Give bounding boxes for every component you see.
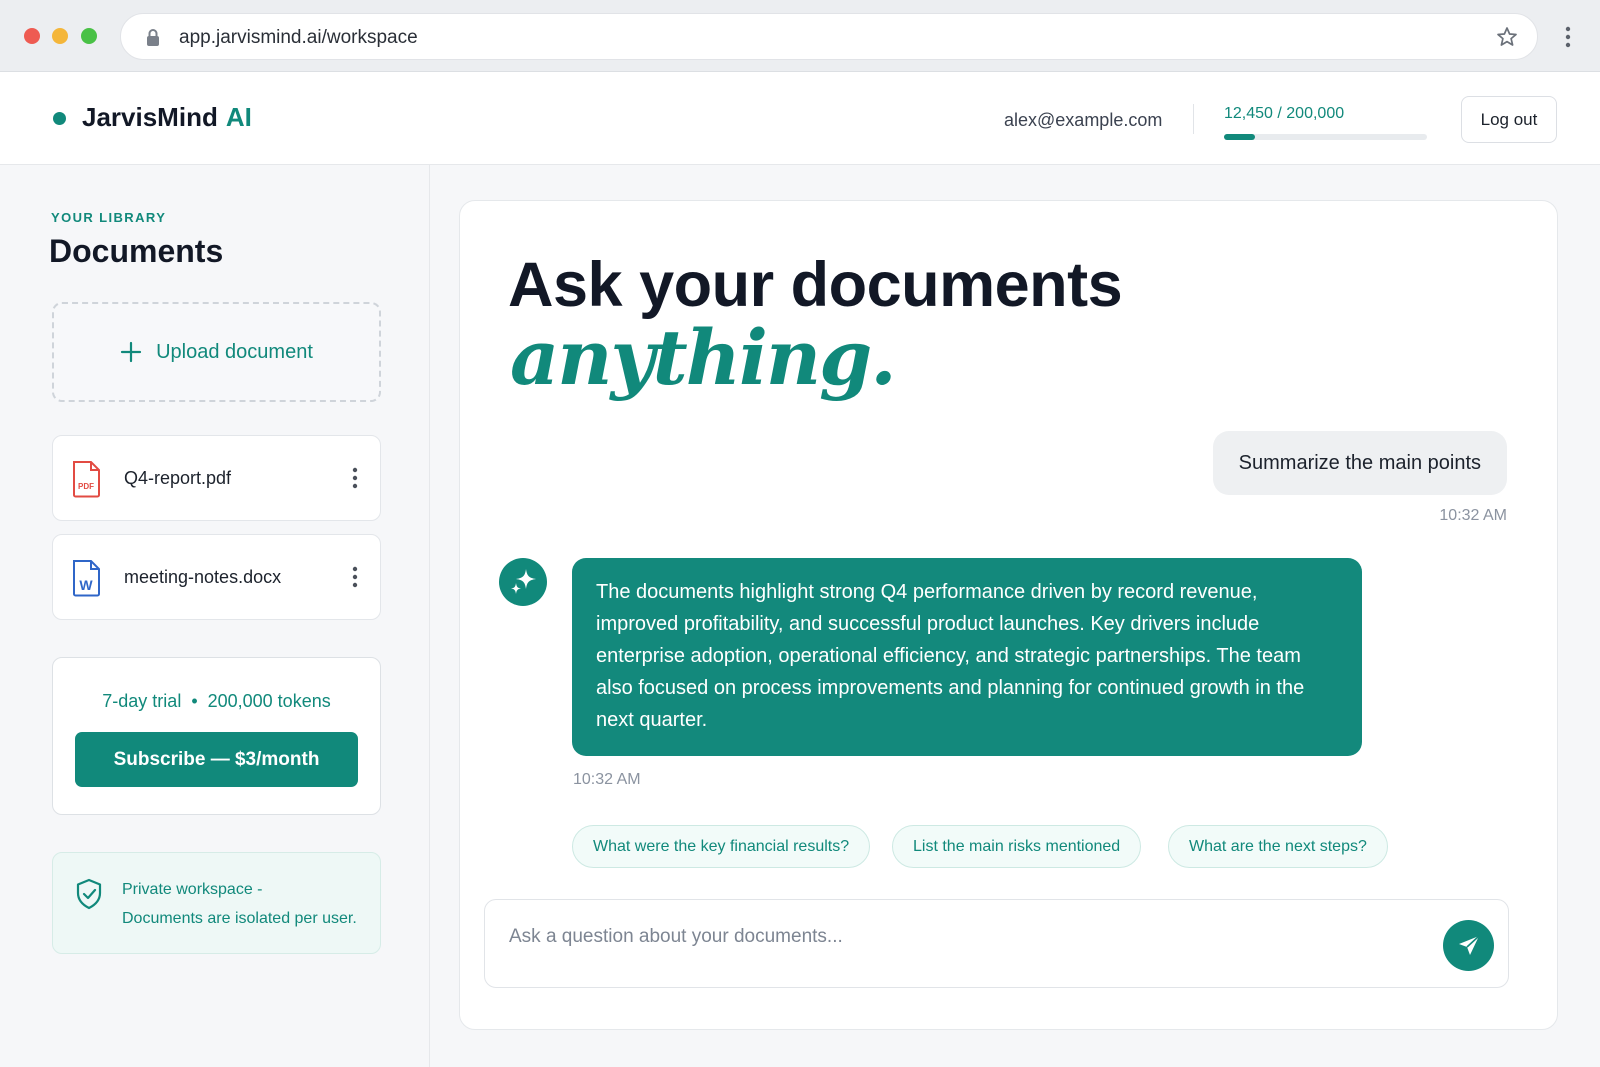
bookmark-star-icon[interactable]	[1495, 25, 1519, 49]
header-divider	[1193, 104, 1194, 134]
minimize-window-button[interactable]	[52, 28, 68, 44]
word-file-icon: W	[73, 560, 100, 597]
plus-icon	[121, 341, 142, 363]
document-item[interactable]: PDF Q4-report.pdf	[52, 435, 381, 521]
message-composer	[484, 899, 1509, 988]
document-name: Q4-report.pdf	[124, 468, 232, 488]
user-email: alex@example.com	[1004, 110, 1163, 130]
svg-text:W: W	[79, 577, 93, 593]
trial-info: 7-day trial • 200,000 tokens	[102, 691, 331, 711]
user-message: Summarize the main points	[1212, 431, 1507, 495]
token-usage-fill	[1224, 134, 1256, 140]
hero-heading: Ask your documents	[508, 250, 1123, 320]
send-button[interactable]	[1443, 920, 1494, 971]
brand-dot-icon	[53, 112, 66, 125]
privacy-text: Private workspace - Documents are isolat…	[122, 875, 372, 933]
message-timestamp: 10:32 AM	[1439, 507, 1507, 524]
hero-heading-accent: anything.	[510, 313, 897, 402]
sidebar: YOUR LIBRARY Documents Upload document P…	[0, 165, 430, 1067]
privacy-title: Private workspace -	[122, 881, 263, 898]
assistant-message: The documents highlight strong Q4 perfor…	[572, 558, 1362, 756]
document-name: meeting-notes.docx	[124, 567, 282, 587]
close-window-button[interactable]	[24, 28, 40, 44]
maximize-window-button[interactable]	[81, 28, 97, 44]
brand-logo[interactable]: JarvisMind AI	[82, 102, 252, 133]
brand-name: JarvisMind	[82, 102, 218, 132]
assistant-avatar	[499, 558, 547, 606]
token-usage-label: 12,450 / 200,000	[1224, 105, 1345, 122]
subscribe-button[interactable]: Subscribe — $3/month	[75, 732, 358, 787]
sparkle-icon	[511, 569, 536, 594]
app-window: app.jarvismind.ai/workspace JarvisMind AI…	[0, 0, 1600, 1067]
logout-button[interactable]: Log out	[1461, 96, 1557, 143]
svg-text:PDF: PDF	[78, 482, 94, 491]
token-usage-bar	[1224, 134, 1427, 140]
browser-menu-icon[interactable]	[1556, 24, 1580, 50]
url-text[interactable]: app.jarvismind.ai/workspace	[179, 27, 418, 49]
suggestion-chip[interactable]: What are the next steps?	[1168, 825, 1388, 868]
document-menu-icon[interactable]	[352, 565, 358, 589]
chat-panel: Ask your documents anything. Summarize t…	[459, 200, 1558, 1030]
upload-document-button[interactable]: Upload document	[52, 302, 381, 402]
send-icon	[1458, 934, 1480, 955]
privacy-description: Documents are isolated per user.	[122, 910, 357, 927]
document-menu-icon[interactable]	[352, 466, 358, 490]
library-eyebrow: YOUR LIBRARY	[51, 210, 167, 225]
app-header: JarvisMind AI alex@example.com 12,450 / 2…	[0, 72, 1600, 165]
shield-check-icon	[76, 878, 102, 910]
document-item[interactable]: W meeting-notes.docx	[52, 534, 381, 620]
pdf-file-icon: PDF	[73, 461, 100, 498]
library-title: Documents	[49, 233, 224, 269]
question-input[interactable]	[509, 920, 1389, 954]
brand-suffix: AI	[225, 102, 252, 132]
privacy-notice: Private workspace - Documents are isolat…	[52, 852, 381, 954]
upload-label: Upload document	[156, 340, 313, 363]
suggestion-chip[interactable]: List the main risks mentioned	[892, 825, 1142, 868]
browser-chrome: app.jarvismind.ai/workspace	[0, 0, 1600, 72]
address-bar[interactable]: app.jarvismind.ai/workspace	[120, 13, 1538, 60]
suggestion-chip[interactable]: What were the key financial results?	[572, 825, 871, 868]
lock-icon	[147, 29, 159, 46]
message-timestamp: 10:32 AM	[573, 771, 641, 788]
trial-card: 7-day trial • 200,000 tokens Subscribe —…	[52, 657, 381, 815]
